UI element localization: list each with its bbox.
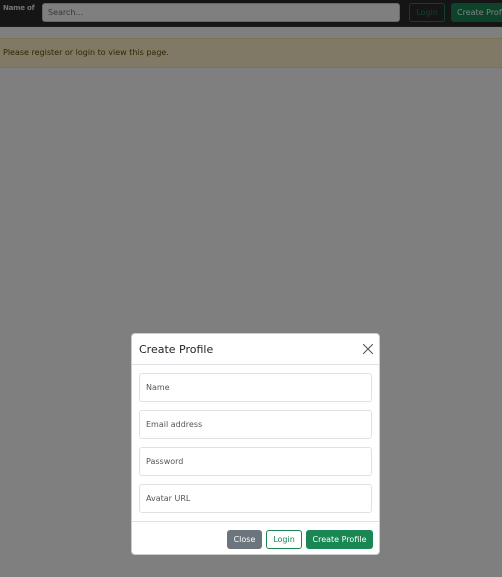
- modal-close-button[interactable]: [361, 342, 375, 356]
- close-button[interactable]: Close: [227, 530, 262, 549]
- modal-footer: Close Login Create Profile: [132, 521, 379, 556]
- name-field[interactable]: [139, 373, 372, 402]
- modal-header: Create Profile: [132, 334, 379, 365]
- modal-create-profile-button[interactable]: Create Profile: [306, 530, 373, 549]
- email-field[interactable]: [139, 410, 372, 439]
- create-profile-modal: Create Profile Close Login Create Profil…: [131, 333, 380, 555]
- avatar-url-field[interactable]: [139, 484, 372, 513]
- modal-title: Create Profile: [139, 343, 214, 356]
- close-icon: [362, 343, 374, 355]
- modal-login-button[interactable]: Login: [266, 530, 302, 549]
- password-field[interactable]: [139, 447, 372, 476]
